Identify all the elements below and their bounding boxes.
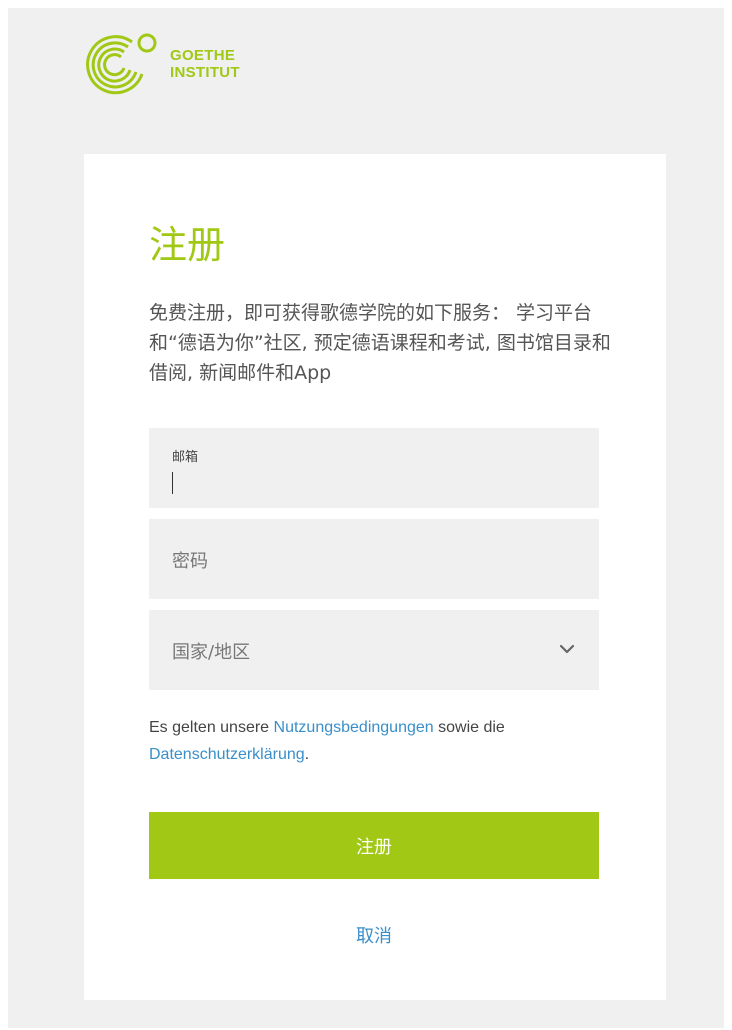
register-button[interactable]: 注册 [149,812,599,879]
terms-notice: Es gelten unsere Nutzungsbedingungen sow… [149,714,609,768]
goethe-rings-icon [86,33,157,95]
chevron-down-icon [559,644,575,654]
page-title: 注册 [149,223,226,267]
privacy-policy-link[interactable]: Datenschutzerklärung [149,746,305,763]
page-background: GOETHE INSTITUT 注册 免费注册，即可获得歌德学院的如下服务： 学… [8,8,724,1028]
terms-middle: sowie die [433,719,505,736]
goethe-logo[interactable]: GOETHE INSTITUT [84,28,274,96]
registration-card: 注册 免费注册，即可获得歌德学院的如下服务： 学习平台和“德语为你”社区, 预定… [84,154,666,1000]
terms-of-use-link[interactable]: Nutzungsbedingungen [274,719,434,736]
cancel-link[interactable]: 取消 [149,922,599,952]
terms-prefix: Es gelten unsere [149,719,274,736]
logo-line-1: GOETHE [170,47,236,64]
country-select[interactable]: 国家/地区 [149,610,599,690]
password-field[interactable]: 密码 [149,519,599,599]
email-label: 邮箱 [172,450,199,465]
logo-wordmark: GOETHE INSTITUT [170,47,240,81]
registration-description: 免费注册，即可获得歌德学院的如下服务： 学习平台和“德语为你”社区, 预定德语课… [149,302,611,384]
terms-suffix: . [304,746,310,763]
logo-line-2: INSTITUT [170,64,240,81]
password-placeholder: 密码 [172,551,208,572]
email-field[interactable]: 邮箱 [149,428,599,508]
text-cursor [172,472,173,494]
country-placeholder: 国家/地区 [172,642,251,663]
